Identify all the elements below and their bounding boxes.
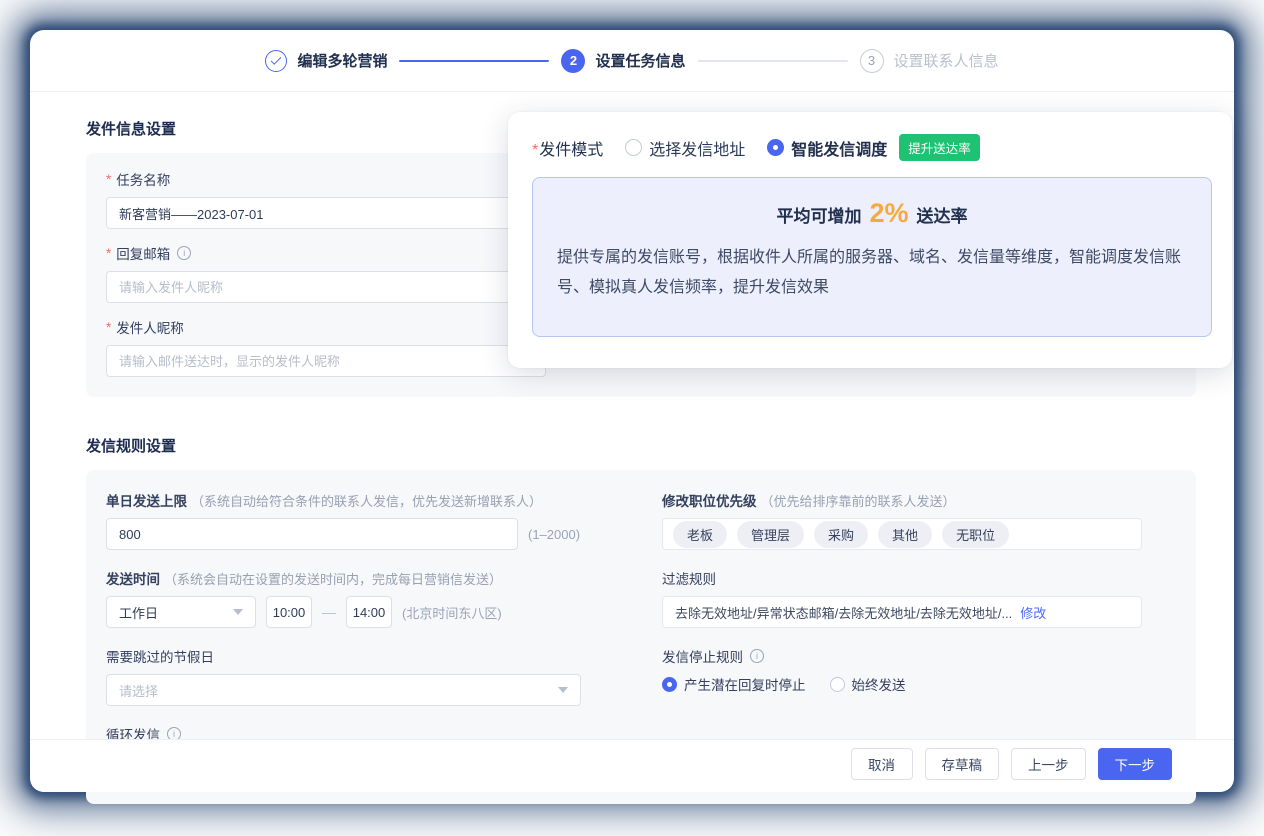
position-priority-label: 修改职位优先级 （优先给排序靠前的联系人发送） [662,490,1176,510]
radio-checked-icon [662,677,677,692]
radio-unchecked-icon [830,677,845,692]
delivery-boost-badge: 提升送达率 [899,134,980,161]
step-contact-info[interactable]: 3 设置联系人信息 [860,49,999,73]
cancel-button[interactable]: 取消 [851,748,913,780]
time-range-dash: — [322,604,336,620]
send-mode-popup: *发件模式 选择发信地址 智能发信调度 提升送达率 平均可增加 2% 送达率 提… [508,112,1232,368]
percent-value: 2% [869,198,908,229]
stop-rule-radio-stop-on-reply[interactable]: 产生潜在回复时停止 [662,674,806,694]
end-time-input[interactable] [346,596,392,628]
priority-tag[interactable]: 采购 [814,521,868,548]
required-asterisk: * [106,172,111,187]
step-edit-campaign[interactable]: 编辑多轮营销 [265,50,387,72]
save-draft-button[interactable]: 存草稿 [925,748,1000,780]
previous-step-button[interactable]: 上一步 [1011,748,1086,780]
step-task-info[interactable]: 2 设置任务信息 [561,49,685,73]
day-type-select[interactable]: 工作日 [106,596,256,628]
daily-limit-label: 单日发送上限 （系统自动给符合条件的联系人发信，优先发送新增联系人） [106,490,606,510]
stepper: 编辑多轮营销 2 设置任务信息 3 设置联系人信息 [30,30,1234,92]
step-number-pending: 3 [860,49,884,73]
step-number-active: 2 [561,49,585,73]
priority-tag[interactable]: 无职位 [942,521,1009,548]
filter-rule-value: 去除无效地址/异常状态邮箱/去除无效地址/去除无效地址/... [675,603,1012,622]
filter-rule-edit-link[interactable]: 修改 [1020,603,1046,622]
stop-rule-label: 发信停止规则 i [662,646,1176,666]
priority-tag[interactable]: 其他 [878,521,932,548]
sender-nickname-input[interactable] [106,345,546,377]
radio-unchecked-icon [625,139,642,156]
filter-rule-box: 去除无效地址/异常状态邮箱/去除无效地址/去除无效地址/... 修改 [662,596,1142,628]
info-icon[interactable]: i [750,649,764,663]
radio-checked-icon [767,139,784,156]
filter-rule-label: 过滤规则 [662,568,1176,588]
send-mode-row: *发件模式 选择发信地址 智能发信调度 提升送达率 [532,134,1212,161]
daily-limit-range: (1–2000) [528,527,580,542]
send-mode-radio-smart[interactable]: 智能发信调度 [767,136,887,160]
reply-email-input[interactable] [106,271,546,303]
priority-tag[interactable]: 管理层 [737,521,804,548]
next-step-button[interactable]: 下一步 [1098,748,1173,780]
timezone-note: (北京时间东八区) [402,603,502,622]
chevron-down-icon [558,687,568,693]
priority-tag[interactable]: 老板 [673,521,727,548]
daily-limit-input[interactable] [106,518,518,550]
step-connector-pending [698,60,848,62]
stop-rule-row: 产生潜在回复时停止 始终发送 [662,674,1176,694]
daily-limit-row: (1–2000) [106,518,606,550]
skip-holiday-select[interactable]: 请选择 [106,674,581,706]
required-asterisk: * [106,246,111,261]
step-connector-done [399,60,549,62]
highlight-title: 平均可增加 2% 送达率 [557,198,1187,229]
step-label: 设置联系人信息 [894,50,999,71]
send-time-label: 发送时间 （系统会自动在设置的发送时间内，完成每日营销信发送） [106,568,606,588]
start-time-input[interactable] [266,596,312,628]
required-asterisk: * [106,320,111,335]
check-circle-icon [265,50,287,72]
position-priority-tags: 老板 管理层 采购 其他 无职位 [662,518,1142,550]
info-icon[interactable]: i [177,246,191,260]
highlight-description: 提供专属的发信账号，根据收件人所属的服务器、域名、发信量等维度，智能调度发信账号… [557,243,1187,302]
chevron-down-icon [233,609,243,615]
step-label: 编辑多轮营销 [297,50,387,71]
footer-bar: 取消 存草稿 上一步 下一步 [30,739,1234,792]
step-label: 设置任务信息 [595,50,685,71]
main-card: 编辑多轮营销 2 设置任务信息 3 设置联系人信息 发件信息设置 *任务名称 *… [30,30,1234,792]
send-time-row: 工作日 — (北京时间东八区) [106,596,606,628]
smart-dispatch-highlight: 平均可增加 2% 送达率 提供专属的发信账号，根据收件人所属的服务器、域名、发信… [532,177,1212,337]
stop-rule-radio-always-send[interactable]: 始终发送 [830,674,906,694]
send-rules-title: 发信规则设置 [86,435,1196,456]
skip-holiday-label: 需要跳过的节假日 [106,646,606,666]
send-mode-label: *发件模式 [532,136,603,160]
task-name-input[interactable] [106,197,546,229]
send-mode-radio-address[interactable]: 选择发信地址 [625,136,745,160]
